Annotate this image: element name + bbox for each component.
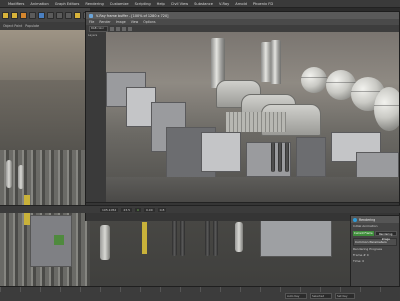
set-key-button[interactable]: Set Key	[335, 293, 355, 299]
host-scene-yellow-frame	[142, 222, 147, 254]
menu-item[interactable]: Scripting	[135, 2, 151, 6]
auto-key-button[interactable]: Auto Key	[285, 293, 307, 299]
rendering-image-button[interactable]: Rendering Image	[374, 231, 397, 241]
menu-item[interactable]: V-Ray	[219, 2, 229, 6]
host-scene-tank	[6, 160, 12, 188]
host-scene-tank	[18, 165, 24, 189]
panel-buttons: Current Frame Rendering Image	[353, 231, 397, 241]
fb-menu-image[interactable]: Image	[116, 20, 126, 24]
storage-sphere	[301, 67, 327, 93]
select-icon[interactable]	[38, 11, 45, 19]
dark-tank	[278, 142, 282, 172]
unlink-icon[interactable]	[29, 11, 36, 19]
host-scene-tank	[235, 222, 243, 252]
rendering-panel: Rendering Initial Animation Current Fram…	[350, 215, 400, 287]
timeline-value[interactable]: 0.8	[157, 207, 167, 212]
fb-menu-view[interactable]: View	[131, 20, 139, 24]
host-timeline-bar: 105.1052 23.5 0 0.00 0.8	[0, 205, 400, 213]
rendering-panel-title: Rendering	[359, 217, 376, 222]
menu-item[interactable]: Substance	[194, 2, 213, 6]
frame-buffer-window: V-Ray frame buffer - [100% of 1280 x 720…	[85, 11, 400, 221]
fb-menu-options[interactable]: Options	[143, 20, 155, 24]
region-icon[interactable]	[122, 26, 126, 31]
channel-select[interactable]: RGB color	[89, 25, 108, 32]
vray-logo-icon	[89, 13, 93, 18]
layers-label: Layers	[88, 33, 98, 37]
host-scene-structure	[260, 215, 332, 257]
rotate-icon[interactable]	[56, 11, 63, 19]
panel-row: Initial Animation	[353, 224, 378, 228]
host-scene-dark-tank	[172, 218, 177, 256]
host-scene-dark-tank	[213, 220, 218, 256]
timeline-value[interactable]: 23.5	[121, 207, 133, 212]
host-scene-structure	[30, 215, 72, 267]
host-main-toolbar	[0, 8, 90, 22]
ground-plane	[106, 177, 399, 202]
host-scene-green-block	[54, 235, 64, 245]
host-viewport-sky	[0, 30, 90, 80]
host-scene-tank	[100, 225, 110, 260]
menu-item[interactable]: Rendering	[85, 2, 103, 6]
dark-tank	[271, 142, 275, 172]
link-icon[interactable]	[20, 11, 27, 19]
panel-row: Time: 0	[353, 259, 365, 263]
dark-tank	[285, 142, 289, 172]
menu-item[interactable]: Phoenix FD	[253, 2, 273, 6]
redo-icon[interactable]	[11, 11, 18, 19]
menu-item[interactable]: Customize	[110, 2, 129, 6]
tab-object-paint[interactable]: Object Paint	[3, 24, 22, 28]
fb-menu-file[interactable]: File	[89, 20, 94, 24]
host-scene-dark-tank	[180, 218, 185, 256]
menu-item[interactable]: Animation	[30, 2, 48, 6]
undo-icon[interactable]	[2, 11, 9, 19]
menu-item[interactable]: Civil View	[171, 2, 188, 6]
render-icon[interactable]	[128, 26, 132, 31]
menu-item[interactable]: Modifiers	[8, 2, 24, 6]
snap-icon[interactable]	[74, 11, 81, 19]
move-icon[interactable]	[47, 11, 54, 19]
ribbed-roof	[226, 112, 286, 132]
host-bottom-bar: Auto Key Selected Set Key	[0, 286, 400, 301]
menu-item[interactable]: Help	[157, 2, 165, 6]
menu-item[interactable]: Arnold	[235, 2, 247, 6]
timeline-value[interactable]: 0.00	[143, 207, 155, 212]
host-scene-dark-tank	[205, 220, 210, 256]
storage-sphere	[374, 87, 399, 131]
clear-icon[interactable]	[116, 26, 120, 31]
host-menu-bar: Modifiers Animation Graph Editors Render…	[0, 0, 400, 8]
render-image[interactable]	[106, 32, 399, 202]
plant-building	[201, 132, 241, 172]
rendering-panel-header[interactable]: Rendering	[351, 216, 399, 223]
chimney-stack	[271, 40, 281, 84]
selected-dropdown[interactable]: Selected	[310, 293, 332, 299]
render-icon	[353, 217, 357, 222]
timeline-value[interactable]: 105.1052	[100, 207, 119, 212]
timeline-value[interactable]: 0	[135, 207, 141, 212]
save-icon[interactable]	[110, 26, 114, 31]
scale-icon[interactable]	[65, 11, 72, 19]
menu-item[interactable]: Graph Editors	[55, 2, 80, 6]
common-parameters-group[interactable]: Common Parameters	[353, 238, 397, 246]
host-command-tabs: Object Paint Populate	[0, 22, 90, 30]
tab-populate[interactable]: Populate	[25, 24, 39, 28]
current-frame-button[interactable]: Current Frame	[353, 231, 374, 236]
fb-menu-render[interactable]: Render	[99, 20, 110, 24]
frame-buffer-title-bar[interactable]: V-Ray frame buffer - [100% of 1280 x 720…	[86, 12, 399, 19]
timeline-ticks[interactable]	[0, 287, 400, 292]
frame-buffer-title: V-Ray frame buffer - [100% of 1280 x 720…	[96, 13, 169, 18]
layers-panel: Layers	[86, 32, 107, 202]
plant-building	[296, 137, 326, 177]
